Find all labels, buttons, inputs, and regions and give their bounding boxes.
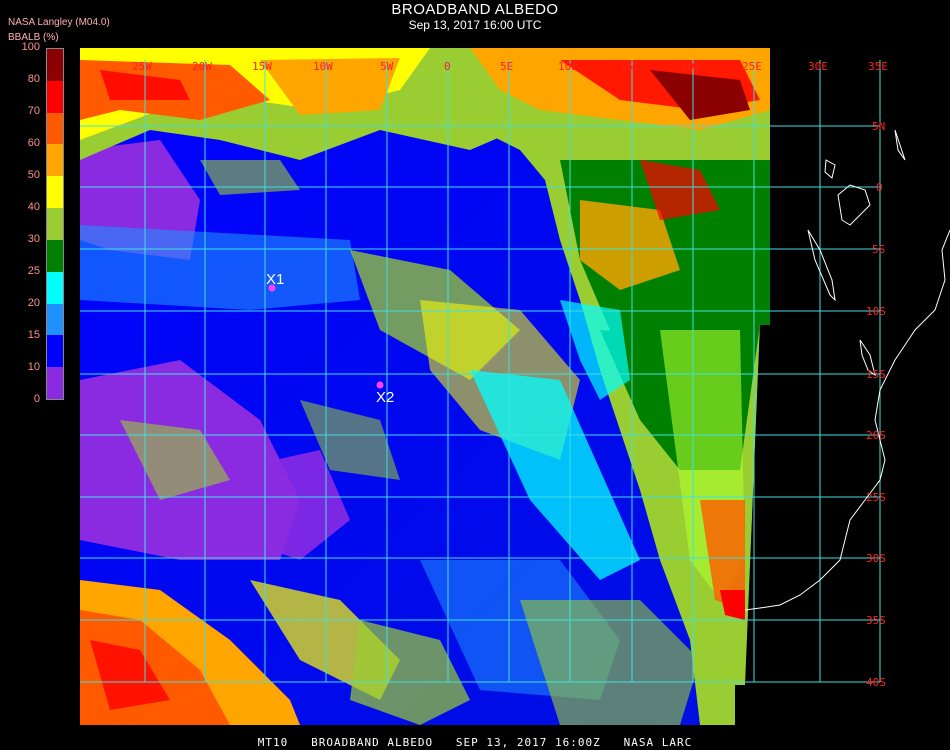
albedo-map: 25W 20W 15W 10W 5W 0 5E 10E 15E 20E 25E … <box>80 48 950 725</box>
colorbar-segment <box>47 367 63 400</box>
lon-label: 35E <box>868 60 888 73</box>
colorbar-segment <box>47 80 63 114</box>
colorbar-tick-label: 50 <box>27 169 40 181</box>
colorbar-segment <box>47 335 63 368</box>
lon-label: 0 <box>444 60 451 73</box>
colorbar-segment <box>47 271 63 305</box>
colorbar-segment <box>47 239 63 273</box>
lon-label: 15E <box>620 60 640 73</box>
marker-dot-x2 <box>376 381 384 389</box>
colorbar-segment <box>47 49 63 82</box>
lon-label: 10W <box>313 60 333 73</box>
colorbar <box>46 48 64 400</box>
colorbar-segment <box>47 144 63 177</box>
page-subtitle: Sep 13, 2017 16:00 UTC <box>408 18 542 32</box>
colorbar-tick-label: 60 <box>27 137 40 149</box>
marker-label-x2: X2 <box>376 389 394 406</box>
lon-label: 15W <box>252 60 272 73</box>
colorbar-tick-label: 10 <box>27 361 40 373</box>
lon-label: 20W <box>192 60 212 73</box>
lat-label: 35S <box>866 614 886 627</box>
colorbar-tick-label: 80 <box>27 73 40 85</box>
marker-label-x1: X1 <box>266 271 284 288</box>
colorbar-tick-label: 30 <box>27 233 40 245</box>
page-title: BROADBAND ALBEDO <box>391 1 559 18</box>
colorbar-tick-label: 100 <box>21 41 40 53</box>
lat-label: 10S <box>866 305 886 318</box>
lat-label: 40S <box>866 676 886 689</box>
colorbar-segment <box>47 303 63 336</box>
colorbar-tick-label: 25 <box>27 265 40 277</box>
colorbar-tick-label: 15 <box>27 329 40 341</box>
satellite-image <box>80 48 770 725</box>
lon-label: 30E <box>808 60 828 73</box>
colorbar-segment <box>47 176 63 209</box>
colorbar-segment <box>47 208 63 241</box>
lon-label: 25E <box>742 60 762 73</box>
footer-caption: MT10 BROADBAND ALBEDO SEP 13, 2017 16:00… <box>257 736 693 749</box>
lat-label: 5S <box>872 243 885 256</box>
lat-label: 15S <box>866 368 886 381</box>
colorbar-tick-label: 0 <box>33 393 40 405</box>
colorbar-tick-label: 40 <box>27 201 40 213</box>
colorbar-tick-label: 20 <box>27 297 40 309</box>
source-label: NASA Langley (M04.0) <box>8 17 110 28</box>
lon-label: 5W <box>380 60 394 73</box>
lat-label: 30S <box>866 552 886 565</box>
marker-dot-x1 <box>268 284 276 292</box>
lat-label: 5N <box>872 120 885 133</box>
lon-label: 20E <box>681 60 701 73</box>
colorbar-tick-label: 70 <box>27 105 40 117</box>
lat-label: 25S <box>866 491 886 504</box>
colorbar-segment <box>47 112 63 145</box>
lat-label: 20S <box>866 429 886 442</box>
lon-label: 10E <box>558 60 578 73</box>
lat-label: 0 <box>876 181 883 194</box>
lon-label: 25W <box>132 60 152 73</box>
coastline <box>744 129 950 611</box>
lon-label: 5E <box>500 60 513 73</box>
